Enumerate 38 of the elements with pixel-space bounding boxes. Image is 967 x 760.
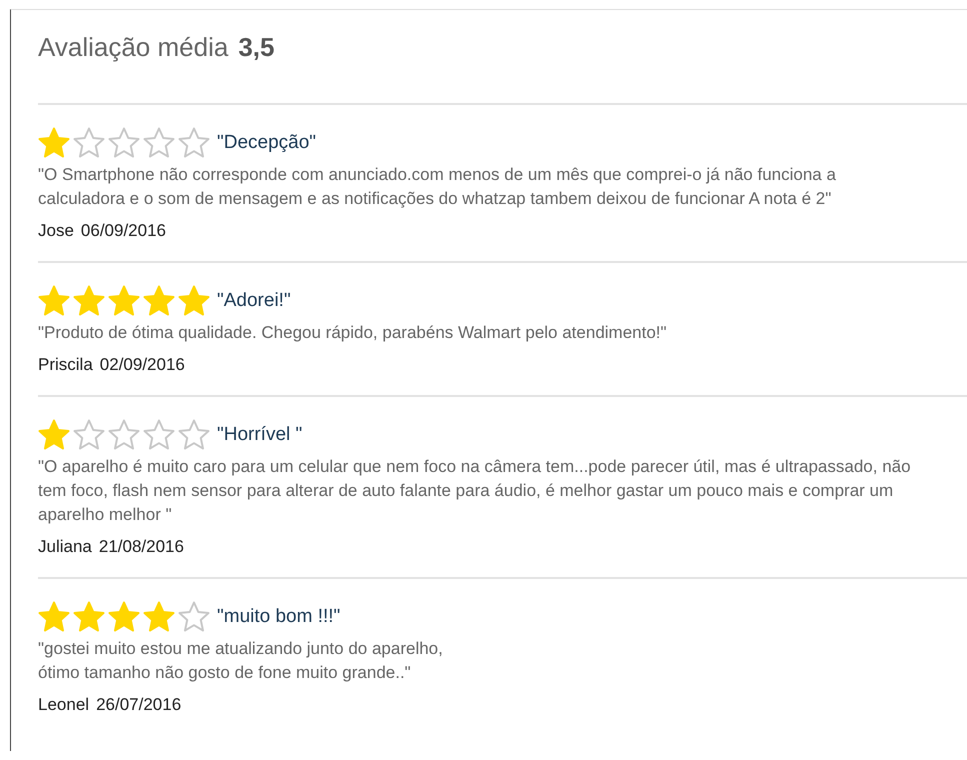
star-icon	[143, 601, 175, 633]
review-title: "muito bom !!!"	[217, 606, 340, 628]
review-text: "Produto de ótima qualidade. Chegou rápido, parabéns Walmart pelo atendimento!"	[38, 322, 668, 344]
star-icon	[178, 601, 210, 633]
review-title: "Adorei!"	[217, 290, 291, 312]
review-text: "O Smartphone não corresponde com anunciado.com menos de um mês que comprei-o já não funciona a calculadora e o som de mensagem e as notificações do whatzap tambem deixou de funcionar A nota é 2"	[38, 164, 837, 210]
average-rating-label: Avaliação média	[38, 32, 228, 63]
star-icon	[143, 419, 175, 451]
star-icon	[38, 127, 70, 159]
star-icon	[178, 127, 210, 159]
review-author: Juliana	[38, 537, 92, 557]
star-icon	[108, 285, 140, 317]
star-icon	[178, 419, 210, 451]
star-icon	[143, 285, 175, 317]
star-icon	[73, 285, 105, 317]
review-title: "Decepção"	[217, 132, 316, 154]
review-text: "O aparelho é muito caro para um celular que nem foco na câmera tem...pode parecer útil, mas é ultrapassado, não tem foco, flash nem sensor para alterar de auto falante para áudio, é melhor gastar um pouco mais e comprar um aparelho melhor "	[38, 456, 912, 526]
review-date: 02/09/2016	[100, 355, 185, 375]
review-text: "gostei muito estou me atualizando junto do aparelho, ótimo tamanho não gosto de fone muito grande.."	[38, 638, 444, 684]
review-title: "Horrível "	[217, 424, 302, 446]
review-date: 26/07/2016	[96, 695, 182, 715]
review-date: 06/09/2016	[80, 221, 166, 241]
star-icon	[73, 419, 105, 451]
star-icon	[38, 285, 70, 317]
star-icon	[73, 601, 105, 633]
star-icon	[38, 601, 70, 633]
review-author: Priscila	[38, 355, 93, 375]
star-icon	[108, 127, 140, 159]
star-icon	[38, 419, 70, 451]
review-author: Jose	[38, 221, 74, 241]
star-icon	[108, 419, 140, 451]
average-rating-score: 3,5	[238, 32, 274, 63]
star-icon	[108, 601, 140, 633]
review-date: 21/08/2016	[98, 537, 184, 557]
star-icon	[143, 127, 175, 159]
star-icon	[73, 127, 105, 159]
review-author: Leonel	[38, 695, 90, 715]
star-icon	[178, 285, 210, 317]
